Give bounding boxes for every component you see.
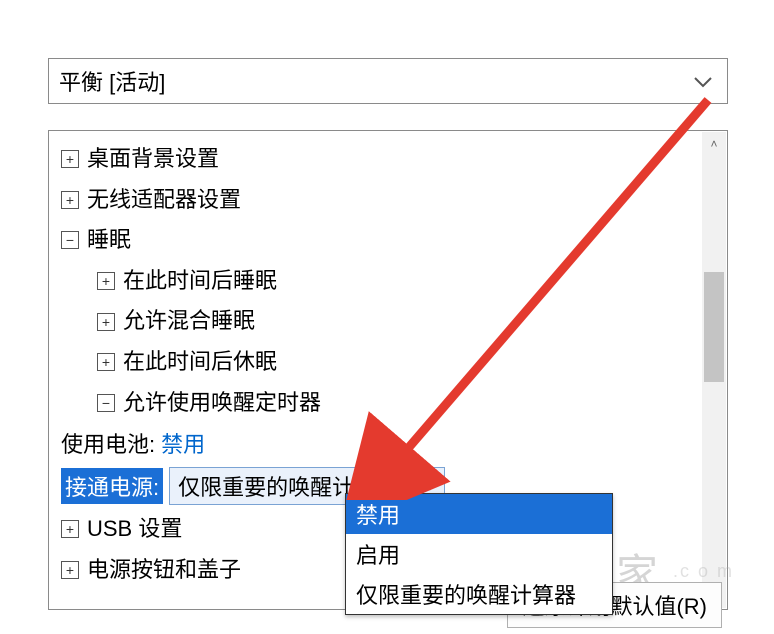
tree-node-allow-hybrid-sleep[interactable]: + 允许混合睡眠 xyxy=(61,301,697,342)
setting-label-selected: 接通电源: xyxy=(61,468,163,504)
tree-node-wireless-adapter[interactable]: + 无线适配器设置 xyxy=(61,180,697,221)
collapse-icon[interactable]: − xyxy=(61,231,79,249)
collapse-icon[interactable]: − xyxy=(97,394,115,412)
setting-on-battery[interactable]: 使用电池: 禁用 xyxy=(61,423,697,463)
expand-icon[interactable]: + xyxy=(61,520,79,538)
tree-label: 桌面背景设置 xyxy=(87,145,219,174)
tree-node-sleep[interactable]: − 睡眠 xyxy=(61,220,697,261)
tree-label: 无线适配器设置 xyxy=(87,186,241,215)
expand-icon[interactable]: + xyxy=(61,150,79,168)
tree-node-hibernate-after[interactable]: + 在此时间后休眠 xyxy=(61,342,697,383)
tree-label: 在此时间后休眠 xyxy=(123,348,277,377)
vertical-scrollbar[interactable]: ˄ ˅ xyxy=(702,132,726,608)
setting-label: 使用电池: xyxy=(61,427,155,459)
expand-icon[interactable]: + xyxy=(97,353,115,371)
scroll-up-button[interactable]: ˄ xyxy=(702,132,726,156)
expand-icon[interactable]: + xyxy=(97,272,115,290)
tree-label: 在此时间后睡眠 xyxy=(123,267,277,296)
power-plan-select[interactable]: 平衡 [活动] xyxy=(48,58,728,104)
scroll-thumb[interactable] xyxy=(704,272,724,382)
tree-label: 睡眠 xyxy=(87,226,131,255)
power-plan-selected-label: 平衡 [活动] xyxy=(59,65,165,97)
dropdown-option-important-only[interactable]: 仅限重要的唤醒计算器 xyxy=(346,574,612,614)
tree-node-sleep-after[interactable]: + 在此时间后睡眠 xyxy=(61,261,697,302)
expand-icon[interactable]: + xyxy=(61,191,79,209)
settings-tree: + 桌面背景设置 + 无线适配器设置 − 睡眠 + 在此时间后睡眠 + 允许混合… xyxy=(48,130,728,610)
tree-label: 允许混合睡眠 xyxy=(123,307,255,336)
tree-label: 允许使用唤醒定时器 xyxy=(123,389,321,418)
setting-value-link[interactable]: 禁用 xyxy=(161,427,205,459)
dropdown-option-disable[interactable]: 禁用 xyxy=(346,494,612,534)
setting-value-dropdown[interactable]: 禁用 启用 仅限重要的唤醒计算器 xyxy=(345,493,613,615)
dropdown-option-enable[interactable]: 启用 xyxy=(346,534,612,574)
tree-label: USB 设置 xyxy=(87,515,182,544)
tree-node-allow-wake-timers[interactable]: − 允许使用唤醒定时器 xyxy=(61,383,697,424)
chevron-down-icon xyxy=(693,68,713,94)
expand-icon[interactable]: + xyxy=(61,561,79,579)
chevron-down-icon xyxy=(422,481,438,491)
tree-node-desktop-background[interactable]: + 桌面背景设置 xyxy=(61,139,697,180)
expand-icon[interactable]: + xyxy=(97,313,115,331)
tree-label: 电源按钮和盖子 xyxy=(87,556,241,585)
